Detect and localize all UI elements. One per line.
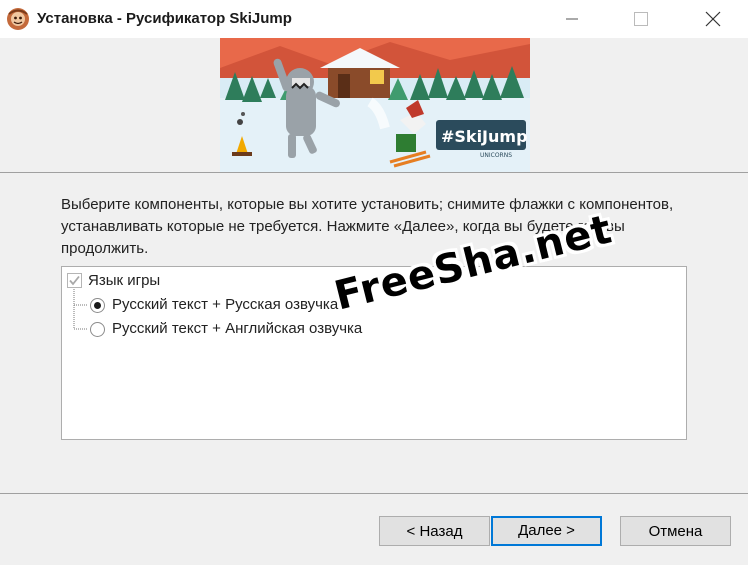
tree-group-row[interactable]: Язык игры [62,270,362,292]
maximize-button[interactable] [618,0,664,38]
wizard-header: #SkiJump UNICORNS [0,38,748,173]
banner-sub-text: UNICORNS [480,152,512,159]
option-label: Русский текст + Английская озвучка [112,320,363,337]
banner-logo-text: #SkiJump [441,127,528,146]
title-bar: Установка - Русификатор SkiJump [0,0,748,38]
minimize-button[interactable] [549,0,595,38]
next-button[interactable]: Далее > [491,516,602,546]
game-banner-image: #SkiJump UNICORNS [220,38,530,172]
wizard-content: Выберите компоненты, которые вы хотите у… [0,173,748,493]
option-radio[interactable] [90,322,105,337]
back-button[interactable]: < Назад [379,516,490,546]
close-button[interactable] [690,0,736,38]
option-radio-selected[interactable] [90,298,105,313]
option-label: Русский текст + Русская озвучка [112,296,339,313]
option-row[interactable]: Русский текст + Английская озвучка [89,318,489,340]
window-title: Установка - Русификатор SkiJump [37,10,292,27]
wizard-footer: < Назад Далее > Отмена [0,493,748,565]
cancel-button[interactable]: Отмена [620,516,731,546]
minimize-icon [566,18,578,20]
maximize-icon [634,12,648,26]
close-icon [705,11,721,27]
app-icon [7,8,29,30]
